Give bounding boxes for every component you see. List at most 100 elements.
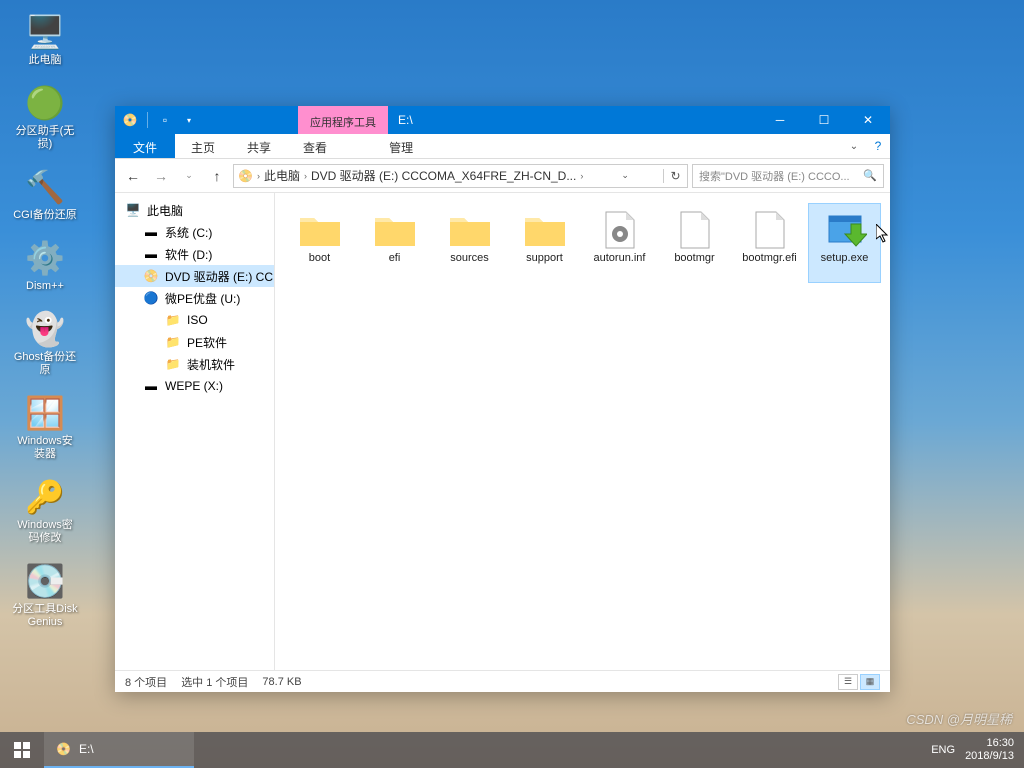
tree-item[interactable]: 🖥️此电脑 <box>115 199 274 221</box>
close-button[interactable]: ✕ <box>846 106 890 134</box>
start-button[interactable] <box>0 732 44 768</box>
tray-clock[interactable]: 16:30 2018/9/13 <box>965 737 1014 763</box>
maximize-button[interactable]: ☐ <box>802 106 846 134</box>
system-tray[interactable]: ENG 16:30 2018/9/13 <box>921 732 1024 768</box>
tree-label: DVD 驱动器 (E:) CC <box>165 268 273 285</box>
exe-icon <box>821 208 869 252</box>
tree-label: 微PE优盘 (U:) <box>165 290 240 307</box>
desktop-icon[interactable]: 🪟Windows安装器 <box>10 391 80 463</box>
file-label: efi <box>389 252 401 265</box>
taskbar[interactable]: 📀 E:\ ENG 16:30 2018/9/13 <box>0 732 1024 768</box>
forward-button[interactable]: → <box>149 164 173 188</box>
breadcrumb-root[interactable]: 此电脑 <box>264 167 300 184</box>
app-icon: 🪟 <box>25 393 65 433</box>
minimize-button[interactable]: ─ <box>758 106 802 134</box>
desktop-icon[interactable]: 🟢分区助手(无损) <box>10 81 80 153</box>
folder-item[interactable]: boot <box>283 203 356 283</box>
qat-properties-icon[interactable]: ▫ <box>156 111 174 129</box>
file-label: support <box>526 252 563 265</box>
file-item[interactable]: autorun.inf <box>583 203 656 283</box>
history-dropdown-icon[interactable]: ⌄ <box>613 170 633 181</box>
search-icon[interactable]: 🔍 <box>863 169 877 182</box>
icon-label: Windows安装器 <box>12 435 78 461</box>
ribbon-tab-home[interactable]: 主页 <box>175 134 231 158</box>
folder-item[interactable]: sources <box>433 203 506 283</box>
file-label: bootmgr <box>674 252 714 265</box>
file-label: autorun.inf <box>594 252 646 265</box>
navigation-tree[interactable]: 🖥️此电脑▬系统 (C:)▬软件 (D:)📀DVD 驱动器 (E:) CC🔵微P… <box>115 193 275 670</box>
tree-item[interactable]: ▬软件 (D:) <box>115 243 274 265</box>
config-icon <box>596 208 644 252</box>
icon-label: 此电脑 <box>12 54 78 67</box>
folder-item[interactable]: efi <box>358 203 431 283</box>
refresh-icon[interactable]: ↻ <box>663 169 683 183</box>
desktop-icon[interactable]: 🖥️ 此电脑 <box>10 10 80 69</box>
icon-label: Windows密码修改 <box>12 519 78 545</box>
back-button[interactable]: ← <box>121 164 145 188</box>
ribbon-tab-manage[interactable]: 管理 <box>373 134 429 158</box>
folder-icon <box>296 208 344 252</box>
tray-lang[interactable]: ENG <box>931 744 955 756</box>
app-icon: 🖥️ <box>25 12 65 52</box>
ribbon-tab-share[interactable]: 共享 <box>231 134 287 158</box>
taskbar-item-explorer[interactable]: 📀 E:\ <box>44 732 194 768</box>
file-list[interactable]: boot efi sources support autorun.inf bootmgr b… <box>275 193 890 670</box>
ribbon-tabs: 文件 主页 共享 查看 管理 ⌄ ? <box>115 134 890 159</box>
file-item[interactable]: setup.exe <box>808 203 881 283</box>
desktop-icon[interactable]: 💽分区工具DiskGenius <box>10 559 80 631</box>
desktop-icon[interactable]: ⚙️Dism++ <box>10 236 80 295</box>
ribbon-expand-icon[interactable]: ⌄ <box>842 134 866 158</box>
desktop-icon[interactable]: 👻Ghost备份还原 <box>10 307 80 379</box>
file-label: sources <box>450 252 489 265</box>
disk-icon: ▬ <box>143 224 159 240</box>
tree-label: 软件 (D:) <box>165 246 212 263</box>
usb-icon: 🔵 <box>143 290 159 306</box>
watermark-text: CSDN @月明星稀 <box>906 709 1012 728</box>
file-icon <box>746 208 794 252</box>
icons-view-button[interactable]: ▦ <box>860 674 880 690</box>
details-view-button[interactable]: ☰ <box>838 674 858 690</box>
file-item[interactable]: bootmgr.efi <box>733 203 806 283</box>
icon-label: 分区助手(无损) <box>12 125 78 151</box>
address-bar[interactable]: 📀 › 此电脑 › DVD 驱动器 (E:) CCCOMA_X64FRE_ZH-… <box>233 164 688 188</box>
tree-item[interactable]: 📀 DVD 驱动器 (E:) CC <box>115 265 274 287</box>
help-icon[interactable]: ? <box>866 134 890 158</box>
desktop-icon[interactable]: 🔑Windows密码修改 <box>10 475 80 547</box>
chevron-right-icon[interactable]: › <box>304 171 307 181</box>
recent-dropdown[interactable]: ⌄ <box>177 164 201 188</box>
icon-label: 分区工具DiskGenius <box>12 603 78 629</box>
file-icon <box>671 208 719 252</box>
disk-icon: ▬ <box>143 378 159 394</box>
ribbon-file-tab[interactable]: 文件 <box>115 134 175 158</box>
desktop-icon[interactable]: 🔨CGI备份还原 <box>10 165 80 224</box>
breadcrumb-segment[interactable]: DVD 驱动器 (E:) CCCOMA_X64FRE_ZH-CN_D... <box>311 167 576 184</box>
app-icon: 💽 <box>25 561 65 601</box>
titlebar[interactable]: 📀 ▫ ▾ 应用程序工具 E:\ ─ ☐ ✕ <box>115 106 890 134</box>
tree-item[interactable]: 📁装机软件 <box>115 353 274 375</box>
status-bar: 8 个项目 选中 1 个项目 78.7 KB ☰ ▦ <box>115 670 890 692</box>
app-icon: 🔨 <box>25 167 65 207</box>
contextual-tab-apptools[interactable]: 应用程序工具 <box>298 106 388 134</box>
window-title: E:\ <box>388 106 758 134</box>
ribbon-tab-view[interactable]: 查看 <box>287 134 343 158</box>
file-label: setup.exe <box>821 252 869 265</box>
tree-item[interactable]: 📁PE软件 <box>115 331 274 353</box>
app-icon: 📀 <box>121 111 139 129</box>
dvd-icon: 📀 <box>143 268 159 284</box>
chevron-right-icon[interactable]: › <box>257 171 260 181</box>
up-button[interactable]: ↑ <box>205 164 229 188</box>
search-placeholder: 搜索"DVD 驱动器 (E:) CCCO... <box>699 168 850 184</box>
folder-item[interactable]: support <box>508 203 581 283</box>
tree-item[interactable]: 📁ISO <box>115 309 274 331</box>
tree-item[interactable]: ▬WEPE (X:) <box>115 375 274 397</box>
status-size: 78.7 KB <box>262 676 301 688</box>
qat-dropdown-icon[interactable]: ▾ <box>180 111 198 129</box>
file-item[interactable]: bootmgr <box>658 203 731 283</box>
pc-icon: 🖥️ <box>125 202 141 218</box>
icon-label: Dism++ <box>12 280 78 293</box>
tree-item[interactable]: ▬系统 (C:) <box>115 221 274 243</box>
tree-item[interactable]: 🔵 微PE优盘 (U:) <box>115 287 274 309</box>
search-input[interactable]: 搜索"DVD 驱动器 (E:) CCCO... 🔍 <box>692 164 884 188</box>
chevron-right-icon[interactable]: › <box>580 171 583 181</box>
status-selected-count: 选中 1 个项目 <box>181 674 248 690</box>
